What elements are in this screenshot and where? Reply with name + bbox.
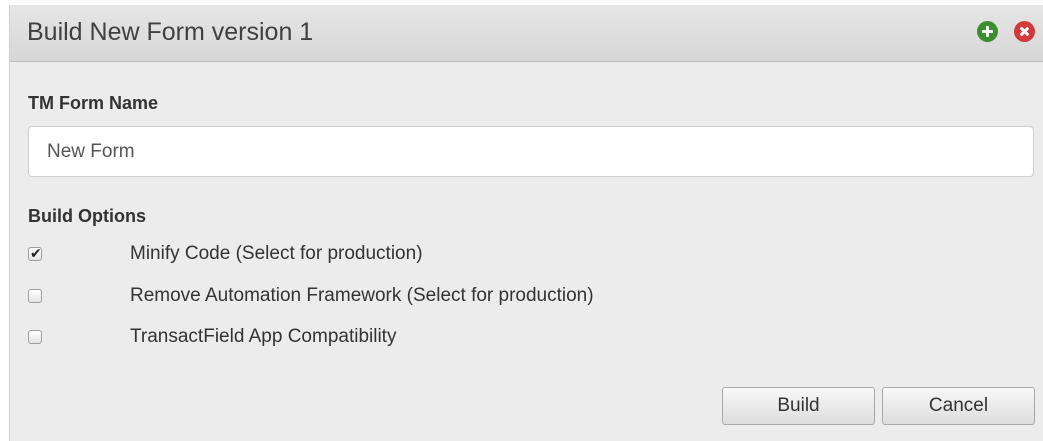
form-name-label: TM Form Name bbox=[28, 93, 159, 113]
build-form-dialog: Build New Form version 1 TM Form Name Bu… bbox=[9, 5, 1043, 441]
cancel-button[interactable]: Cancel bbox=[882, 387, 1035, 425]
option-transactfield-compatibility: TransactField App Compatibility bbox=[28, 326, 728, 352]
form-name-input[interactable] bbox=[28, 126, 1034, 177]
dialog-title: Build New Form version 1 bbox=[27, 18, 314, 46]
checkmark-icon: ✔ bbox=[30, 245, 42, 261]
remove-automation-framework-checkbox[interactable] bbox=[28, 289, 42, 303]
remove-automation-framework-label: Remove Automation Framework (Select for … bbox=[130, 285, 594, 306]
transactfield-compatibility-checkbox[interactable] bbox=[28, 330, 42, 344]
plus-circle-icon[interactable] bbox=[977, 21, 998, 42]
dialog-titlebar: Build New Form version 1 bbox=[10, 5, 1043, 62]
minify-code-label: Minify Code (Select for production) bbox=[130, 243, 423, 264]
build-options-label: Build Options bbox=[28, 206, 146, 226]
option-minify-code: ✔ Minify Code (Select for production) bbox=[28, 243, 728, 269]
close-circle-icon[interactable] bbox=[1014, 21, 1035, 42]
build-button[interactable]: Build bbox=[722, 387, 875, 425]
minify-code-checkbox[interactable]: ✔ bbox=[28, 245, 42, 261]
transactfield-compatibility-label: TransactField App Compatibility bbox=[130, 326, 397, 347]
option-remove-automation-framework: Remove Automation Framework (Select for … bbox=[28, 285, 728, 311]
